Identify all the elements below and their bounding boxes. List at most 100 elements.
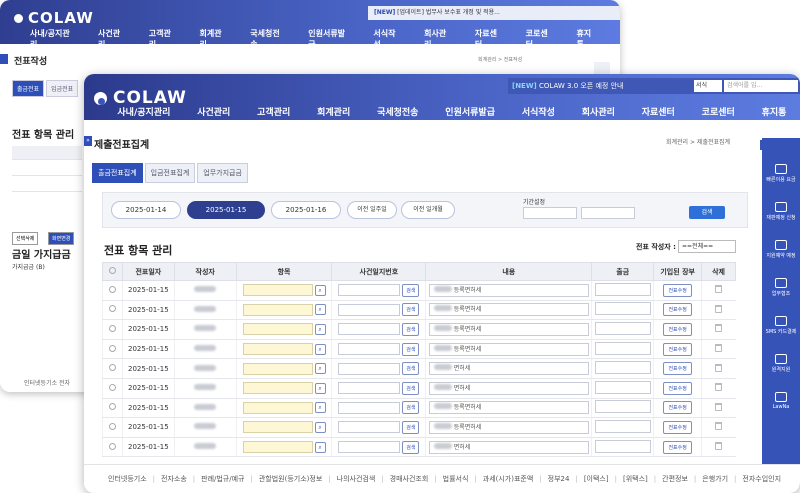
back-notice-text[interactable]: [업데이트] 법무사 보수표 개정 및 적용... bbox=[397, 9, 500, 16]
header-check[interactable] bbox=[102, 262, 123, 281]
nav-item[interactable]: 인원서류발급 bbox=[445, 105, 495, 118]
search-button[interactable]: 검색 bbox=[689, 206, 725, 219]
case-no-input[interactable] bbox=[338, 421, 401, 434]
item-input[interactable] bbox=[242, 382, 313, 395]
footer-link[interactable]: 정부24 bbox=[548, 474, 570, 484]
quick-menu-item[interactable]: 재판예정 신청 bbox=[762, 202, 800, 221]
quick-menu-item[interactable]: LawNa bbox=[762, 392, 800, 410]
amount-input[interactable] bbox=[594, 419, 651, 433]
content-input[interactable]: 면허세 bbox=[428, 440, 589, 454]
row-check[interactable] bbox=[102, 280, 123, 301]
row-check[interactable] bbox=[102, 378, 123, 399]
edit-voucher-button[interactable]: 전표수정 bbox=[663, 303, 692, 317]
nav-item[interactable]: 회사관리 bbox=[582, 105, 615, 118]
trash-icon[interactable] bbox=[715, 363, 723, 372]
amount-input[interactable] bbox=[594, 400, 651, 414]
edit-voucher-button[interactable]: 전표수정 bbox=[663, 322, 692, 336]
content-input[interactable]: 등록면허세 bbox=[428, 322, 589, 336]
case-search-button[interactable]: 검색 bbox=[402, 381, 420, 395]
edit-voucher-button[interactable]: 전표수정 bbox=[663, 401, 692, 415]
row-radio[interactable] bbox=[108, 344, 116, 352]
date-next-button[interactable]: 2025-01-16 bbox=[271, 201, 341, 219]
back-side-toggle[interactable] bbox=[0, 54, 8, 64]
item-input[interactable] bbox=[242, 362, 313, 375]
item-input[interactable] bbox=[242, 421, 313, 434]
nav-item[interactable]: 휴지통 bbox=[762, 105, 787, 118]
nav-item[interactable]: 회계관리 bbox=[317, 105, 350, 118]
case-no-input[interactable] bbox=[338, 323, 401, 336]
edit-voucher-button[interactable]: 전표수정 bbox=[663, 362, 692, 376]
trash-icon[interactable] bbox=[715, 304, 723, 313]
row-check[interactable] bbox=[102, 319, 123, 340]
content-input[interactable]: 등록면허세 bbox=[428, 283, 589, 297]
row-check[interactable] bbox=[102, 300, 123, 321]
footer-link[interactable]: 관할법원(등기소)정보 bbox=[259, 474, 322, 484]
row-radio[interactable] bbox=[108, 305, 116, 313]
back-nav-item[interactable]: 휴지통 bbox=[576, 28, 598, 49]
search-icon[interactable]: ⌕ bbox=[314, 363, 326, 375]
back-nav-item[interactable]: 국세청전송 bbox=[250, 28, 286, 49]
footer-link[interactable]: 판례/법규/예규 bbox=[201, 474, 244, 484]
back-tab[interactable]: 출금전표 bbox=[12, 80, 45, 97]
tab-advance-payment[interactable]: 업무가지급금 bbox=[197, 163, 248, 183]
case-no-input[interactable] bbox=[338, 362, 401, 375]
back-nav-item[interactable]: 사내/공지관리 bbox=[30, 28, 76, 49]
edit-voucher-button[interactable]: 전표수정 bbox=[663, 420, 692, 434]
case-no-input[interactable] bbox=[338, 382, 401, 395]
trash-icon[interactable] bbox=[715, 285, 723, 294]
edit-voucher-button[interactable]: 전표수정 bbox=[663, 440, 692, 454]
amount-input[interactable] bbox=[594, 439, 651, 453]
search-icon[interactable]: ⌕ bbox=[314, 421, 326, 433]
case-no-input[interactable] bbox=[338, 401, 401, 414]
nav-item[interactable]: 사내/공지관리 bbox=[117, 105, 170, 118]
item-input[interactable] bbox=[242, 401, 313, 414]
back-logo[interactable]: COLAW bbox=[14, 9, 94, 27]
footer-link[interactable]: 나의사건검색 bbox=[337, 474, 376, 484]
period-end-input[interactable] bbox=[581, 207, 635, 219]
amount-input[interactable] bbox=[594, 282, 651, 296]
back-nav-item[interactable]: 자료센터 bbox=[475, 28, 504, 49]
row-check[interactable] bbox=[102, 358, 123, 379]
footer-link[interactable]: 전자수입인지 bbox=[742, 474, 781, 484]
amount-input[interactable] bbox=[594, 321, 651, 335]
footer-link[interactable]: 인터넷등기소 bbox=[108, 474, 147, 484]
amount-input[interactable] bbox=[594, 361, 651, 375]
content-input[interactable]: 면허세 bbox=[428, 362, 589, 376]
case-search-button[interactable]: 검색 bbox=[402, 322, 420, 336]
search-icon[interactable]: ⌕ bbox=[314, 402, 326, 414]
case-search-button[interactable]: 검색 bbox=[402, 362, 420, 376]
trash-icon[interactable] bbox=[715, 324, 723, 333]
back-delete-button[interactable]: 선택삭제 bbox=[12, 232, 39, 245]
content-input[interactable]: 등록면허세 bbox=[428, 303, 589, 317]
footer-link[interactable]: 은행가기 bbox=[702, 474, 728, 484]
case-no-input[interactable] bbox=[338, 303, 401, 316]
row-radio[interactable] bbox=[108, 442, 116, 450]
notice-text[interactable]: COLAW 3.0 오픈 예정 안내 bbox=[539, 82, 623, 90]
quick-menu-item[interactable]: 빠른이용 요금 bbox=[762, 164, 800, 183]
content-input[interactable]: 등록면허세 bbox=[428, 342, 589, 356]
row-radio[interactable] bbox=[108, 324, 116, 332]
back-nav-item[interactable]: 회사관리 bbox=[424, 28, 453, 49]
back-tab[interactable]: 입금전표 bbox=[46, 80, 79, 97]
item-input[interactable] bbox=[242, 343, 313, 356]
search-input[interactable]: 검색어를 입... bbox=[724, 80, 798, 92]
item-input[interactable] bbox=[242, 303, 313, 316]
footer-link[interactable]: 법률서식 bbox=[443, 474, 469, 484]
footer-link[interactable]: 경매사건조회 bbox=[390, 474, 429, 484]
back-nav-item[interactable]: 서식작성 bbox=[373, 28, 402, 49]
trash-icon[interactable] bbox=[715, 383, 723, 392]
case-search-button[interactable]: 검색 bbox=[402, 342, 420, 356]
edit-voucher-button[interactable]: 전표수정 bbox=[663, 381, 692, 395]
row-check[interactable] bbox=[102, 437, 123, 458]
item-input[interactable] bbox=[242, 323, 313, 336]
edit-voucher-button[interactable]: 전표수정 bbox=[663, 283, 692, 297]
row-radio[interactable] bbox=[108, 285, 116, 293]
row-check[interactable] bbox=[102, 398, 123, 419]
back-reset-button[interactable]: 화면변경 bbox=[48, 232, 75, 245]
trash-icon[interactable] bbox=[715, 422, 723, 431]
trash-icon[interactable] bbox=[715, 344, 723, 353]
search-icon[interactable]: ⌕ bbox=[314, 441, 326, 453]
period-start-input[interactable] bbox=[523, 207, 577, 219]
search-icon[interactable]: ⌕ bbox=[314, 343, 326, 355]
content-input[interactable]: 등록면허세 bbox=[428, 401, 589, 415]
